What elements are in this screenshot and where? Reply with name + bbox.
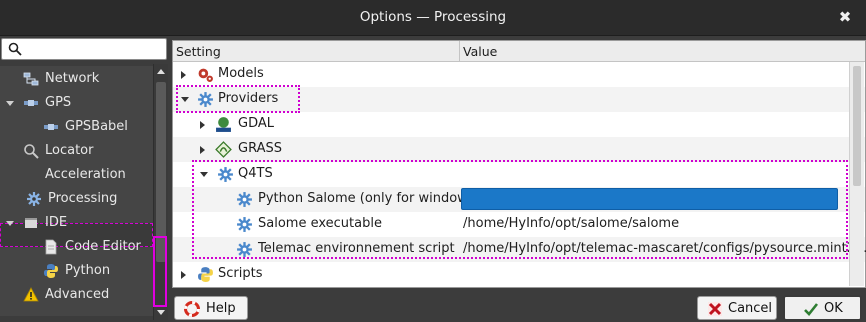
python-icon [44, 264, 58, 278]
window-title: Options — Processing [359, 9, 507, 25]
sidebar-item-label: GPSBabel [65, 119, 128, 134]
sidebar-item-gps[interactable]: GPS [0, 91, 153, 115]
scrollbar-thumb[interactable] [156, 82, 166, 262]
sidebar-item-code-editor[interactable]: Code Editor [0, 235, 153, 259]
tree-header: Setting Value [173, 41, 865, 62]
close-icon[interactable]: ✖ [836, 8, 854, 26]
grass-icon [215, 141, 232, 158]
annotation-highlight [153, 236, 167, 307]
sidebar-item-acceleration[interactable]: Acceleration [0, 163, 153, 187]
sidebar-item-advanced[interactable]: Advanced [0, 283, 153, 307]
search-input[interactable] [1, 38, 167, 60]
cancel-button[interactable]: Cancel [697, 296, 777, 320]
column-header-setting[interactable]: Setting [176, 44, 221, 59]
sidebar-item-label: Locator [45, 143, 94, 158]
cancel-icon [708, 302, 722, 316]
title-bar: Options — Processing ✖ [0, 0, 866, 36]
column-header-value[interactable]: Value [463, 44, 497, 59]
sidebar-item-label: Advanced [45, 287, 110, 302]
sidebar-item-label: Acceleration [45, 167, 126, 182]
expand-arrow-icon[interactable] [181, 71, 186, 79]
scroll-up-icon[interactable] [157, 69, 165, 74]
sidebar-item-processing[interactable]: Processing [0, 187, 153, 211]
sidebar-item-label: Processing [48, 191, 118, 206]
gpsbabel-icon [44, 124, 58, 130]
options-sidebar: Network GPS GPSBabel Locator Acceleratio… [0, 36, 168, 322]
annotation-highlight [192, 160, 848, 259]
sidebar-item-ide[interactable]: IDE [0, 211, 153, 235]
gdal-icon [216, 117, 231, 132]
sidebar-item-network[interactable]: Network [0, 67, 153, 91]
sidebar-item-label: Code Editor [65, 239, 141, 254]
acceleration-icon [23, 167, 39, 183]
column-divider[interactable] [459, 41, 460, 62]
ok-label: OK [824, 301, 843, 316]
network-icon [23, 72, 39, 86]
help-label: Help [206, 301, 236, 316]
tree-scrollbar[interactable] [849, 62, 864, 286]
expand-arrow-icon[interactable] [200, 146, 205, 154]
python-icon [198, 267, 213, 282]
expand-arrow-icon[interactable] [181, 271, 186, 279]
ok-button[interactable]: OK [783, 295, 862, 321]
sidebar-item-label: GPS [45, 95, 72, 110]
processing-gear-icon [27, 192, 41, 206]
expand-arrow-icon[interactable] [6, 101, 14, 106]
row-label: GRASS [238, 141, 282, 156]
sidebar-item-locator[interactable]: Locator [0, 139, 153, 163]
scrollbar-thumb[interactable] [853, 66, 861, 186]
scroll-down-icon[interactable] [157, 310, 165, 315]
warning-icon [23, 287, 39, 302]
annotation-highlight [176, 85, 300, 113]
models-icon [198, 68, 213, 82]
gps-icon [24, 100, 38, 106]
checkmark-icon [804, 303, 819, 316]
row-label: Scripts [218, 266, 263, 281]
tree-row-gdal[interactable]: GDAL [173, 112, 865, 137]
code-editor-icon [45, 239, 57, 255]
sidebar-item-label: Python [65, 263, 111, 278]
row-label: Models [218, 66, 264, 81]
help-lifebuoy-icon [184, 301, 200, 317]
sidebar-item-python[interactable]: Python [0, 259, 153, 283]
tree-row-models[interactable]: Models [173, 62, 865, 87]
cancel-label: Cancel [728, 301, 773, 316]
row-label: GDAL [238, 116, 274, 131]
sidebar-item-gpsbabel[interactable]: GPSBabel [0, 115, 153, 139]
search-icon [8, 42, 22, 56]
expand-arrow-icon[interactable] [6, 221, 14, 226]
ide-icon [25, 218, 37, 228]
sidebar-item-label: Network [45, 71, 100, 86]
locator-icon [24, 144, 39, 159]
tree-row-grass[interactable]: GRASS [173, 137, 865, 162]
help-button[interactable]: Help [174, 296, 248, 320]
tree-row-scripts[interactable]: Scripts [173, 262, 865, 287]
expand-arrow-icon[interactable] [200, 121, 205, 129]
sidebar-item-label: IDE [45, 215, 68, 230]
